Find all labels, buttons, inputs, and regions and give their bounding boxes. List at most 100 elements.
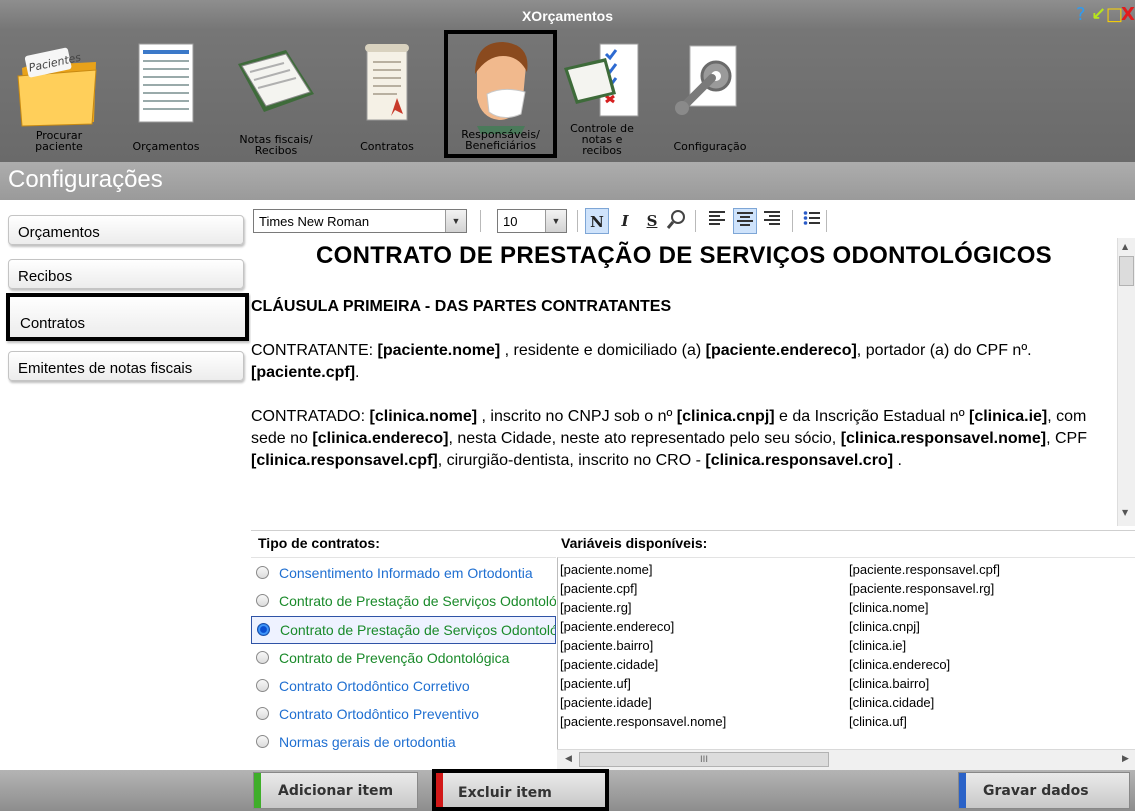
editor-vertical-scrollbar[interactable]: ▲ ▼ [1117, 238, 1135, 526]
scroll-right-icon[interactable]: ▶ [1122, 754, 1129, 764]
toolbar-contratos[interactable]: Contratos [346, 30, 428, 158]
variable-item[interactable]: [clinica.nome] [849, 600, 1129, 619]
align-center-icon[interactable] [733, 208, 757, 234]
contract-types-list: Consentimento Informado em Ortodontia Co… [251, 557, 556, 770]
save-data-label: Gravar dados [983, 783, 1089, 799]
variable-token: [clinica.responsavel.nome] [840, 430, 1047, 447]
restore-icon[interactable]: ↙ [1091, 6, 1106, 24]
variable-item[interactable]: [paciente.idade] [560, 695, 840, 714]
variable-token: [paciente.nome] [377, 342, 501, 359]
scroll-left-icon[interactable]: ◀ [565, 754, 572, 764]
radio-button[interactable] [256, 651, 269, 664]
variables-horizontal-scrollbar[interactable]: ◀ III ▶ [557, 749, 1135, 770]
document-title: CONTRATO DE PRESTAÇÃO DE SERVIÇOS ODONTO… [316, 242, 1052, 269]
variable-token: [clinica.ie] [969, 408, 1048, 425]
variable-item[interactable]: [paciente.responsavel.nome] [560, 714, 840, 733]
font-size-select[interactable]: 10 ▼ [497, 209, 567, 233]
delete-item-button[interactable]: Excluir item [432, 769, 609, 811]
contract-types-header: Tipo de contratos: [258, 535, 380, 551]
party-label: CONTRATADO [251, 408, 361, 425]
variable-item[interactable]: [clinica.endereco] [849, 657, 1129, 676]
variable-item[interactable]: [paciente.endereco] [560, 619, 840, 638]
toolbar-label-orcamentos: Orçamentos [132, 140, 200, 153]
text-run: . [355, 364, 360, 381]
variable-token: [clinica.nome] [369, 408, 478, 425]
find-replace-icon[interactable] [665, 208, 689, 234]
help-icon[interactable]: ? [1076, 6, 1086, 24]
scroll-thumb[interactable]: III [579, 752, 829, 767]
sidebar-item-contratos[interactable]: Contratos [6, 293, 249, 341]
section-title: Configurações [8, 166, 163, 193]
toolbar-separator [695, 210, 696, 232]
bold-button[interactable]: N [585, 208, 609, 234]
variable-item[interactable]: [clinica.cnpj] [849, 619, 1129, 638]
variable-item[interactable]: [paciente.responsavel.rg] [849, 581, 1129, 600]
toolbar-procurar-paciente[interactable]: Pacientes Procurar paciente [6, 30, 112, 158]
toolbar-label-controle: Controle de notas e recibos [570, 122, 634, 157]
align-right-icon[interactable] [760, 208, 784, 234]
variable-item[interactable]: [clinica.ie] [849, 638, 1129, 657]
variables-column-2: [paciente.responsavel.cpf] [paciente.res… [849, 562, 1129, 733]
radio-button[interactable] [256, 566, 269, 579]
document-list-icon [138, 43, 194, 123]
contract-type-item[interactable]: Normas gerais de ortodontia [251, 729, 556, 757]
variable-item[interactable]: [clinica.cidade] [849, 695, 1129, 714]
contract-type-item[interactable]: Contrato Ortodôntico Preventivo [251, 701, 556, 729]
toolbar-responsaveis[interactable]: Responsáveis/ Beneficiários [444, 30, 557, 158]
variable-item[interactable]: [paciente.responsavel.cpf] [849, 562, 1129, 581]
variable-item[interactable]: [paciente.nome] [560, 562, 840, 581]
variable-token: [clinica.responsavel.cpf] [251, 452, 438, 469]
chevron-down-icon[interactable]: ▼ [545, 210, 566, 232]
variable-item[interactable]: [paciente.uf] [560, 676, 840, 695]
font-size-value: 10 [503, 214, 518, 229]
toolbar-notas-fiscais[interactable]: Notas fiscais/ Recibos [222, 30, 330, 158]
contract-type-item[interactable]: Contrato de Prestação de Serviços Odonto… [251, 588, 556, 616]
toolbar-orcamentos[interactable]: Orçamentos [116, 30, 216, 158]
add-item-label: Adicionar item [278, 783, 394, 799]
variable-item[interactable]: [paciente.cidade] [560, 657, 840, 676]
contract-type-item[interactable]: Contrato de Prevenção Odontológica [251, 645, 556, 673]
person-mask-icon [474, 42, 527, 134]
radio-button[interactable] [256, 679, 269, 692]
variable-item[interactable]: [paciente.bairro] [560, 638, 840, 657]
contract-type-item[interactable]: Consentimento Informado em Ortodontia [251, 560, 556, 588]
contract-type-item-selected[interactable]: Contrato de Prestação de Serviços Odonto… [251, 616, 556, 644]
chevron-down-icon[interactable]: ▼ [445, 210, 466, 232]
party-label: CONTRATANTE [251, 342, 369, 359]
variable-item[interactable]: [clinica.bairro] [849, 676, 1129, 695]
bullet-list-icon[interactable] [800, 208, 824, 234]
save-data-button[interactable]: Gravar dados [958, 772, 1130, 809]
variable-item[interactable]: [paciente.rg] [560, 600, 840, 619]
radio-button[interactable] [256, 735, 269, 748]
contract-type-item[interactable]: Contrato Ortodôntico Corretivo [251, 673, 556, 701]
radio-button[interactable] [256, 707, 269, 720]
variable-item[interactable]: [clinica.uf] [849, 714, 1129, 733]
add-item-button[interactable]: Adicionar item [253, 772, 418, 809]
contract-type-label: Contrato Ortodôntico Preventivo [279, 706, 479, 722]
toolbar-separator [792, 210, 793, 232]
toolbar-separator [577, 210, 578, 232]
variable-item[interactable]: [paciente.cpf] [560, 581, 840, 600]
italic-button[interactable]: I [613, 208, 637, 234]
scroll-thumb[interactable] [1119, 256, 1134, 286]
clause-heading: CLÁUSULA PRIMEIRA - DAS PARTES CONTRATAN… [251, 298, 672, 315]
sidebar-item-orcamentos[interactable]: Orçamentos [8, 215, 244, 245]
toolbar-configuracao[interactable]: Configuração [662, 30, 758, 158]
text-run: , cirurgião-dentista, inscrito no CRO - [437, 452, 706, 469]
toolbar-label-configuracao: Configuração [673, 140, 747, 153]
contract-editor[interactable]: CONTRATO DE PRESTAÇÃO DE SERVIÇOS ODONTO… [251, 238, 1117, 526]
underline-button[interactable]: S [640, 208, 664, 234]
folder-pacientes-icon: Pacientes [17, 47, 97, 127]
close-icon[interactable]: X [1121, 6, 1135, 24]
sidebar-item-emitentes[interactable]: Emitentes de notas fiscais [8, 351, 244, 381]
font-family-select[interactable]: Times New Roman ▼ [253, 209, 467, 233]
radio-button[interactable] [256, 594, 269, 607]
toolbar-controle-notas[interactable]: Controle de notas e recibos [557, 30, 647, 158]
sidebar-item-recibos[interactable]: Recibos [8, 259, 244, 289]
delete-item-label: Excluir item [458, 785, 552, 801]
toolbar-label-procurar: Procurar paciente [35, 129, 83, 153]
radio-button-selected[interactable] [257, 623, 270, 636]
align-left-icon[interactable] [705, 208, 729, 234]
scroll-up-icon[interactable]: ▲ [1122, 242, 1128, 251]
scroll-down-icon[interactable]: ▼ [1122, 508, 1128, 517]
